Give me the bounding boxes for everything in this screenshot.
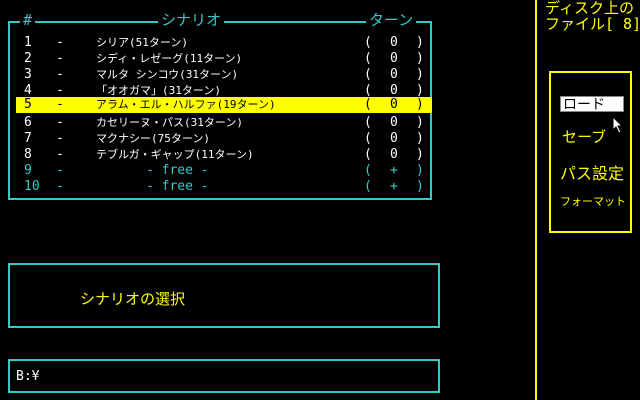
turn-paren-close: ) [416, 67, 424, 82]
path-input[interactable]: B:¥ [16, 369, 39, 384]
scenario-number: 8 [24, 147, 32, 162]
turn-paren-close: ) [416, 97, 424, 112]
scenario-name: アラム・エル・ハルファ(19ターン) [96, 98, 276, 111]
scenario-dash: - [56, 51, 64, 66]
turn-paren-open: ( [364, 51, 372, 66]
turn-paren-open: ( [364, 115, 372, 130]
scenario-number: 7 [24, 131, 32, 146]
header-scenario: シナリオ [158, 10, 225, 30]
turn-paren-close: ) [416, 35, 424, 50]
disk-files-title: ディスク上の ファイル[ 8] [545, 0, 640, 32]
turn-value: + [390, 179, 398, 194]
turn-paren-open: ( [364, 179, 372, 194]
scenario-number: 2 [24, 51, 32, 66]
header-turns: ターン [366, 10, 417, 30]
scenario-dash: - [56, 67, 64, 82]
turn-paren-open: ( [364, 97, 372, 112]
scenario-name: シディ・レゼーグ(11ターン) [96, 52, 243, 65]
scenario-name: シリア(51ターン) [96, 36, 188, 49]
turn-paren-close: ) [416, 147, 424, 162]
scenario-name: - free - [146, 179, 209, 194]
turn-paren-open: ( [364, 147, 372, 162]
turn-paren-close: ) [416, 51, 424, 66]
scenario-number: 1 [24, 35, 32, 50]
scenario-row[interactable]: 8 - テブルガ・ギャップ(11ターン) (0) [16, 147, 432, 163]
turn-paren-open: ( [364, 131, 372, 146]
load-button[interactable]: ロード [560, 96, 624, 113]
turn-paren-close: ) [416, 179, 424, 194]
scenario-row[interactable]: 10 - - free - ( +) [16, 179, 432, 195]
scenario-row[interactable]: 7 - マクナシー(75ターン) (0) [16, 131, 432, 147]
scenario-name: マクナシー(75ターン) [96, 132, 210, 145]
scenario-dash: - [56, 147, 64, 162]
mouse-pointer-icon [612, 116, 624, 134]
scenario-row[interactable]: 9 - - free - ( +) [16, 163, 432, 179]
scenario-dash: - [56, 179, 64, 194]
scenario-number: 3 [24, 67, 32, 82]
scenario-dash: - [56, 131, 64, 146]
scenario-list-header: # シナリオ ターン [0, 10, 640, 30]
scenario-number: 5 [24, 97, 32, 112]
scenario-row[interactable]: 2 - シディ・レゼーグ(11ターン) (0) [16, 51, 432, 67]
scenario-dash: - [56, 97, 64, 112]
scenario-dash: - [56, 163, 64, 178]
turn-paren-close: ) [416, 115, 424, 130]
scenario-name: マルタ シンコウ(31ターン) [96, 68, 239, 81]
format-button[interactable]: フォーマット [560, 193, 626, 209]
scenario-row[interactable]: 1 - シリア(51ターン) (0) [16, 35, 432, 51]
scenario-name: テブルガ・ギャップ(11ターン) [96, 148, 254, 161]
password-setting-button[interactable]: パス設定 [560, 160, 624, 184]
disk-title-line2: ファイル[ 8] [545, 15, 640, 33]
scenario-row[interactable]: 5 - アラム・エル・ハルファ(19ターン) (0) [16, 97, 432, 113]
turn-paren-open: ( [364, 35, 372, 50]
turn-value: 0 [390, 35, 398, 50]
scenario-row[interactable]: 6 - カセリーヌ・パス(31ターン) (0) [16, 115, 432, 131]
turn-value: 0 [390, 115, 398, 130]
scenario-row[interactable]: 3 - マルタ シンコウ(31ターン) (0) [16, 67, 432, 83]
scenario-name: - free - [146, 163, 209, 178]
scenario-dash: - [56, 115, 64, 130]
message-text: シナリオの選択 [80, 290, 186, 308]
turn-value: + [390, 163, 398, 178]
disk-title-line1: ディスク上の [545, 0, 634, 17]
divider [535, 0, 537, 400]
save-button[interactable]: セーブ [562, 126, 606, 147]
turn-paren-open: ( [364, 163, 372, 178]
scenario-name: カセリーヌ・パス(31ターン) [96, 116, 243, 129]
scenario-number: 10 [24, 179, 40, 194]
turn-value: 0 [390, 67, 398, 82]
turn-paren-close: ) [416, 163, 424, 178]
path-panel [8, 359, 440, 393]
turn-value: 0 [390, 131, 398, 146]
turn-value: 0 [390, 51, 398, 66]
scenario-number: 6 [24, 115, 32, 130]
turn-value: 0 [390, 97, 398, 112]
scenario-number: 9 [24, 163, 32, 178]
scenario-dash: - [56, 35, 64, 50]
message-panel [8, 263, 440, 328]
turn-value: 0 [390, 147, 398, 162]
turn-paren-close: ) [416, 131, 424, 146]
header-number: # [20, 10, 36, 30]
turn-paren-open: ( [364, 67, 372, 82]
